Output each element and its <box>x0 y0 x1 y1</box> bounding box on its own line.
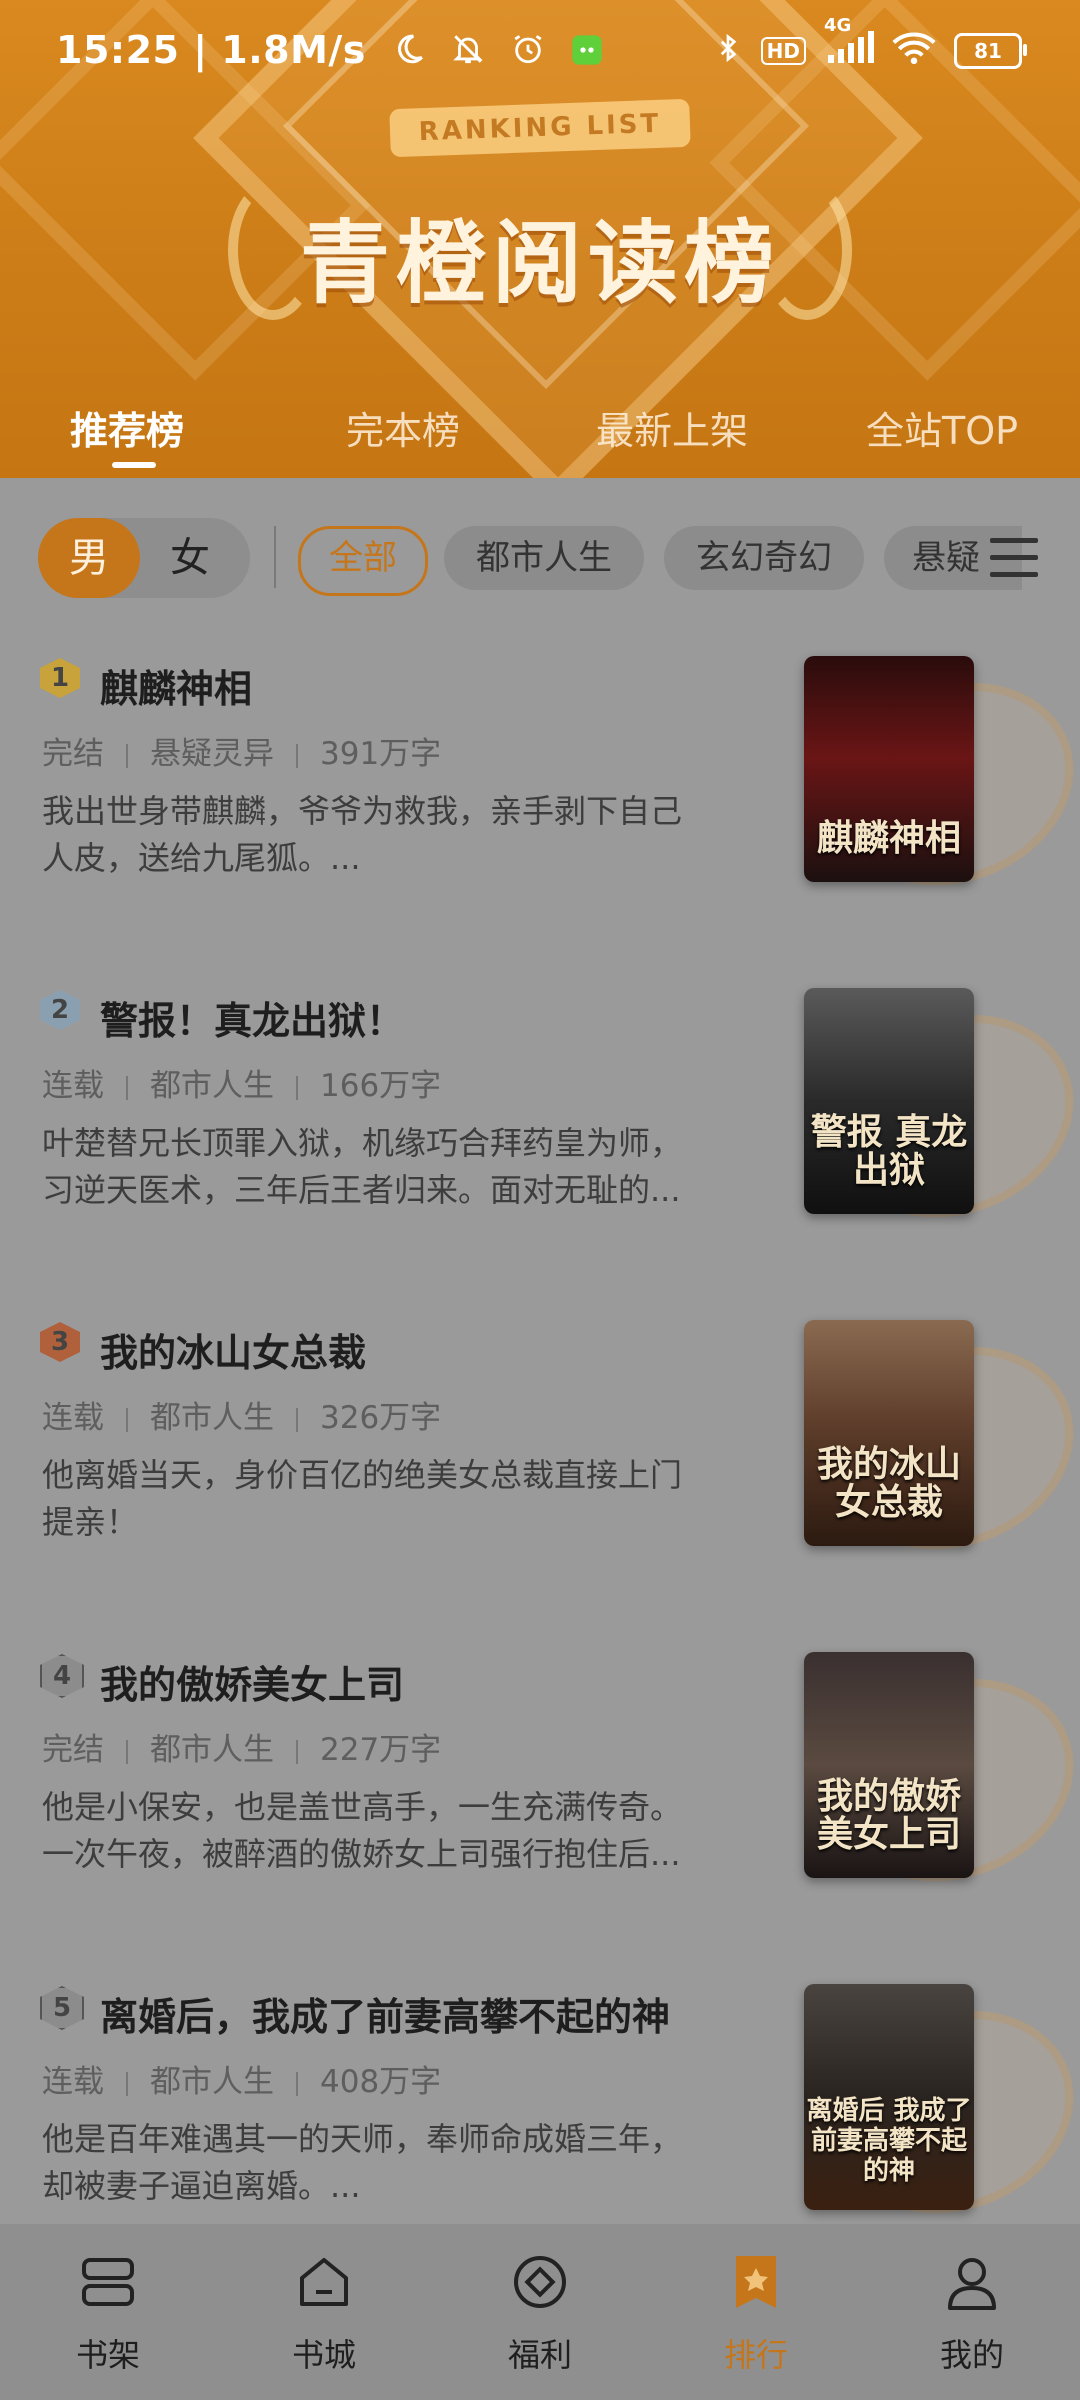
book-word-count: 391万字 <box>320 736 442 772</box>
rank-badge: 3 <box>40 1322 80 1362</box>
nav-label: 福利 <box>507 2336 572 2374</box>
cover-title: 我的冰山女总裁 <box>816 1444 961 1523</box>
category-chip-all[interactable]: 全部 <box>298 526 428 596</box>
cover-title: 警报 真龙出狱 <box>810 1112 968 1191</box>
list-item[interactable]: 1 麒麟神相 完结 悬疑灵异 391万字 我出世身带麒麟，爷爷为救我，亲手剥下自己人… <box>0 638 1080 970</box>
nav-label: 书城 <box>291 2336 356 2374</box>
ranking-bookmark-icon <box>726 2252 786 2312</box>
bookshelf-icon <box>78 2252 138 2312</box>
list-item[interactable]: 3 我的冰山女总裁 连载 都市人生 326万字 他离婚当天，身价百亿的绝美女总裁直接… <box>0 1302 1080 1634</box>
book-genre: 悬疑灵异 <box>150 736 274 772</box>
book-title: 警报！真龙出狱！ <box>100 999 405 1043</box>
book-status: 完结 <box>42 1732 104 1768</box>
category-menu-icon[interactable] <box>990 538 1038 578</box>
book-status: 完结 <box>42 736 104 772</box>
bottom-nav: 书架 书城 福利 排行 我的 <box>0 2224 1080 2400</box>
nav-bookshelf[interactable]: 书架 <box>48 2252 168 2376</box>
divider <box>274 526 276 588</box>
book-description: 他是百年难遇其一的天师，奉师命成婚三年，却被妻子逼迫离婚。... <box>42 2120 683 2205</box>
book-cover[interactable]: 离婚后 我成了前妻高攀不起的神 <box>800 1977 1080 2247</box>
book-genre: 都市人生 <box>150 1068 274 1104</box>
book-title: 我的傲娇美女上司 <box>100 1663 405 1707</box>
book-genre: 都市人生 <box>150 2064 274 2100</box>
book-cover[interactable]: 警报 真龙出狱 <box>800 981 1080 1251</box>
nav-mine[interactable]: 我的 <box>912 2252 1032 2376</box>
rank-badge: 2 <box>40 990 80 1030</box>
book-meta: 连载 都市人生 326万字 <box>42 1392 441 1437</box>
hd-badge: HD <box>760 37 806 65</box>
book-status: 连载 <box>42 1068 104 1104</box>
book-meta: 连载 都市人生 408万字 <box>42 2056 441 2101</box>
ranking-header: RANKING LIST 青橙阅读榜 15:25 | 1.8M/s HD 4G … <box>0 0 1080 478</box>
book-word-count: 326万字 <box>320 1400 442 1436</box>
book-title: 离婚后，我成了前妻高攀不起的神 <box>100 1995 671 2039</box>
book-cover[interactable]: 我的冰山女总裁 <box>800 1313 1080 1583</box>
tab-new-arrivals[interactable]: 最新上架 <box>596 400 748 455</box>
book-description: 他离婚当天，身价百亿的绝美女总裁直接上门提亲！ <box>42 1456 683 1541</box>
gender-female-button[interactable]: 女 <box>170 518 250 598</box>
book-title: 我的冰山女总裁 <box>100 1331 367 1375</box>
book-genre: 都市人生 <box>150 1732 274 1768</box>
nav-label: 排行 <box>723 2336 788 2374</box>
book-word-count: 227万字 <box>320 1732 442 1768</box>
book-title: 麒麟神相 <box>100 667 253 711</box>
alarm-icon <box>511 31 545 75</box>
tab-active-indicator <box>112 462 156 468</box>
status-right: HD 4G 81 <box>713 15 1027 72</box>
bell-off-icon <box>451 31 485 75</box>
status-bar: 15:25 | 1.8M/s HD 4G 81 <box>0 0 1080 104</box>
book-meta: 完结 悬疑灵异 391万字 <box>42 728 441 773</box>
signal-icon: 4G <box>824 15 874 71</box>
category-chip-fantasy[interactable]: 玄幻奇幻 <box>664 526 864 590</box>
nav-label: 我的 <box>939 2336 1004 2374</box>
nav-label: 书架 <box>75 2336 140 2374</box>
moon-icon <box>392 31 426 75</box>
category-chip-urban[interactable]: 都市人生 <box>444 526 644 590</box>
book-status: 连载 <box>42 1400 104 1436</box>
app-notification-icon <box>571 31 603 75</box>
book-word-count: 166万字 <box>320 1068 442 1104</box>
battery-indicator: 81 <box>954 33 1027 69</box>
status-time-speed: 15:25 | 1.8M/s <box>56 28 366 72</box>
rank-badge: 4 <box>40 1654 84 1698</box>
bluetooth-icon <box>713 30 743 72</box>
banner-title: 青橙阅读榜 <box>300 211 780 316</box>
cover-title: 离婚后 我成了前妻高攀不起的神 <box>806 2096 972 2186</box>
book-status: 连载 <box>42 2064 104 2100</box>
coin-icon <box>510 2252 570 2312</box>
cover-title: 我的傲娇美女上司 <box>816 1776 961 1855</box>
network-type: 4G <box>824 15 852 36</box>
book-cover[interactable]: 麒麟神相 <box>800 649 1080 919</box>
book-description: 叶楚替兄长顶罪入狱，机缘巧合拜药皇为师，习逆天医术，三年后王者归来。面对无耻的.… <box>42 1124 683 1209</box>
profile-icon <box>942 2252 1002 2312</box>
book-description: 我出世身带麒麟，爷爷为救我，亲手剥下自己人皮，送给九尾狐。... <box>42 792 683 877</box>
nav-bookstore[interactable]: 书城 <box>264 2252 384 2376</box>
book-genre: 都市人生 <box>150 1400 274 1436</box>
app-root: RANKING LIST 青橙阅读榜 15:25 | 1.8M/s HD 4G … <box>0 0 1080 2400</box>
rank-badge: 5 <box>40 1986 84 2030</box>
cover-title: 麒麟神相 <box>816 818 961 859</box>
list-item[interactable]: 4 我的傲娇美女上司 完结 都市人生 227万字 他是小保安，也是盖世高手，一生充满… <box>0 1634 1080 1966</box>
book-meta: 连载 都市人生 166万字 <box>42 1060 441 1105</box>
wifi-icon <box>892 31 936 71</box>
filter-row: 男 女 全部 都市人生 玄幻奇幻 悬疑 <box>0 478 1080 638</box>
tab-site-top[interactable]: 全站TOP <box>866 400 1018 455</box>
book-cover[interactable]: 我的傲娇美女上司 <box>800 1645 1080 1915</box>
tab-recommend[interactable]: 推荐榜 <box>70 400 184 455</box>
nav-welfare[interactable]: 福利 <box>480 2252 600 2376</box>
tab-completed[interactable]: 完本榜 <box>346 400 460 455</box>
gender-male-button[interactable]: 男 <box>38 518 140 598</box>
ranking-tabs: 推荐榜 完本榜 最新上架 全站TOP <box>0 400 1080 476</box>
book-meta: 完结 都市人生 227万字 <box>42 1724 441 1769</box>
book-word-count: 408万字 <box>320 2064 442 2100</box>
home-icon <box>294 2252 354 2312</box>
gender-toggle: 男 女 <box>38 518 250 598</box>
status-left: 15:25 | 1.8M/s <box>56 28 603 75</box>
book-description: 他是小保安，也是盖世高手，一生充满传奇。一次午夜，被醉酒的傲娇女上司强行抱住后.… <box>42 1788 683 1873</box>
list-item[interactable]: 2 警报！真龙出狱！ 连载 都市人生 166万字 叶楚替兄长顶罪入狱，机缘巧合拜药皇… <box>0 970 1080 1302</box>
rank-badge: 1 <box>40 658 80 698</box>
nav-ranking[interactable]: 排行 <box>696 2252 816 2376</box>
